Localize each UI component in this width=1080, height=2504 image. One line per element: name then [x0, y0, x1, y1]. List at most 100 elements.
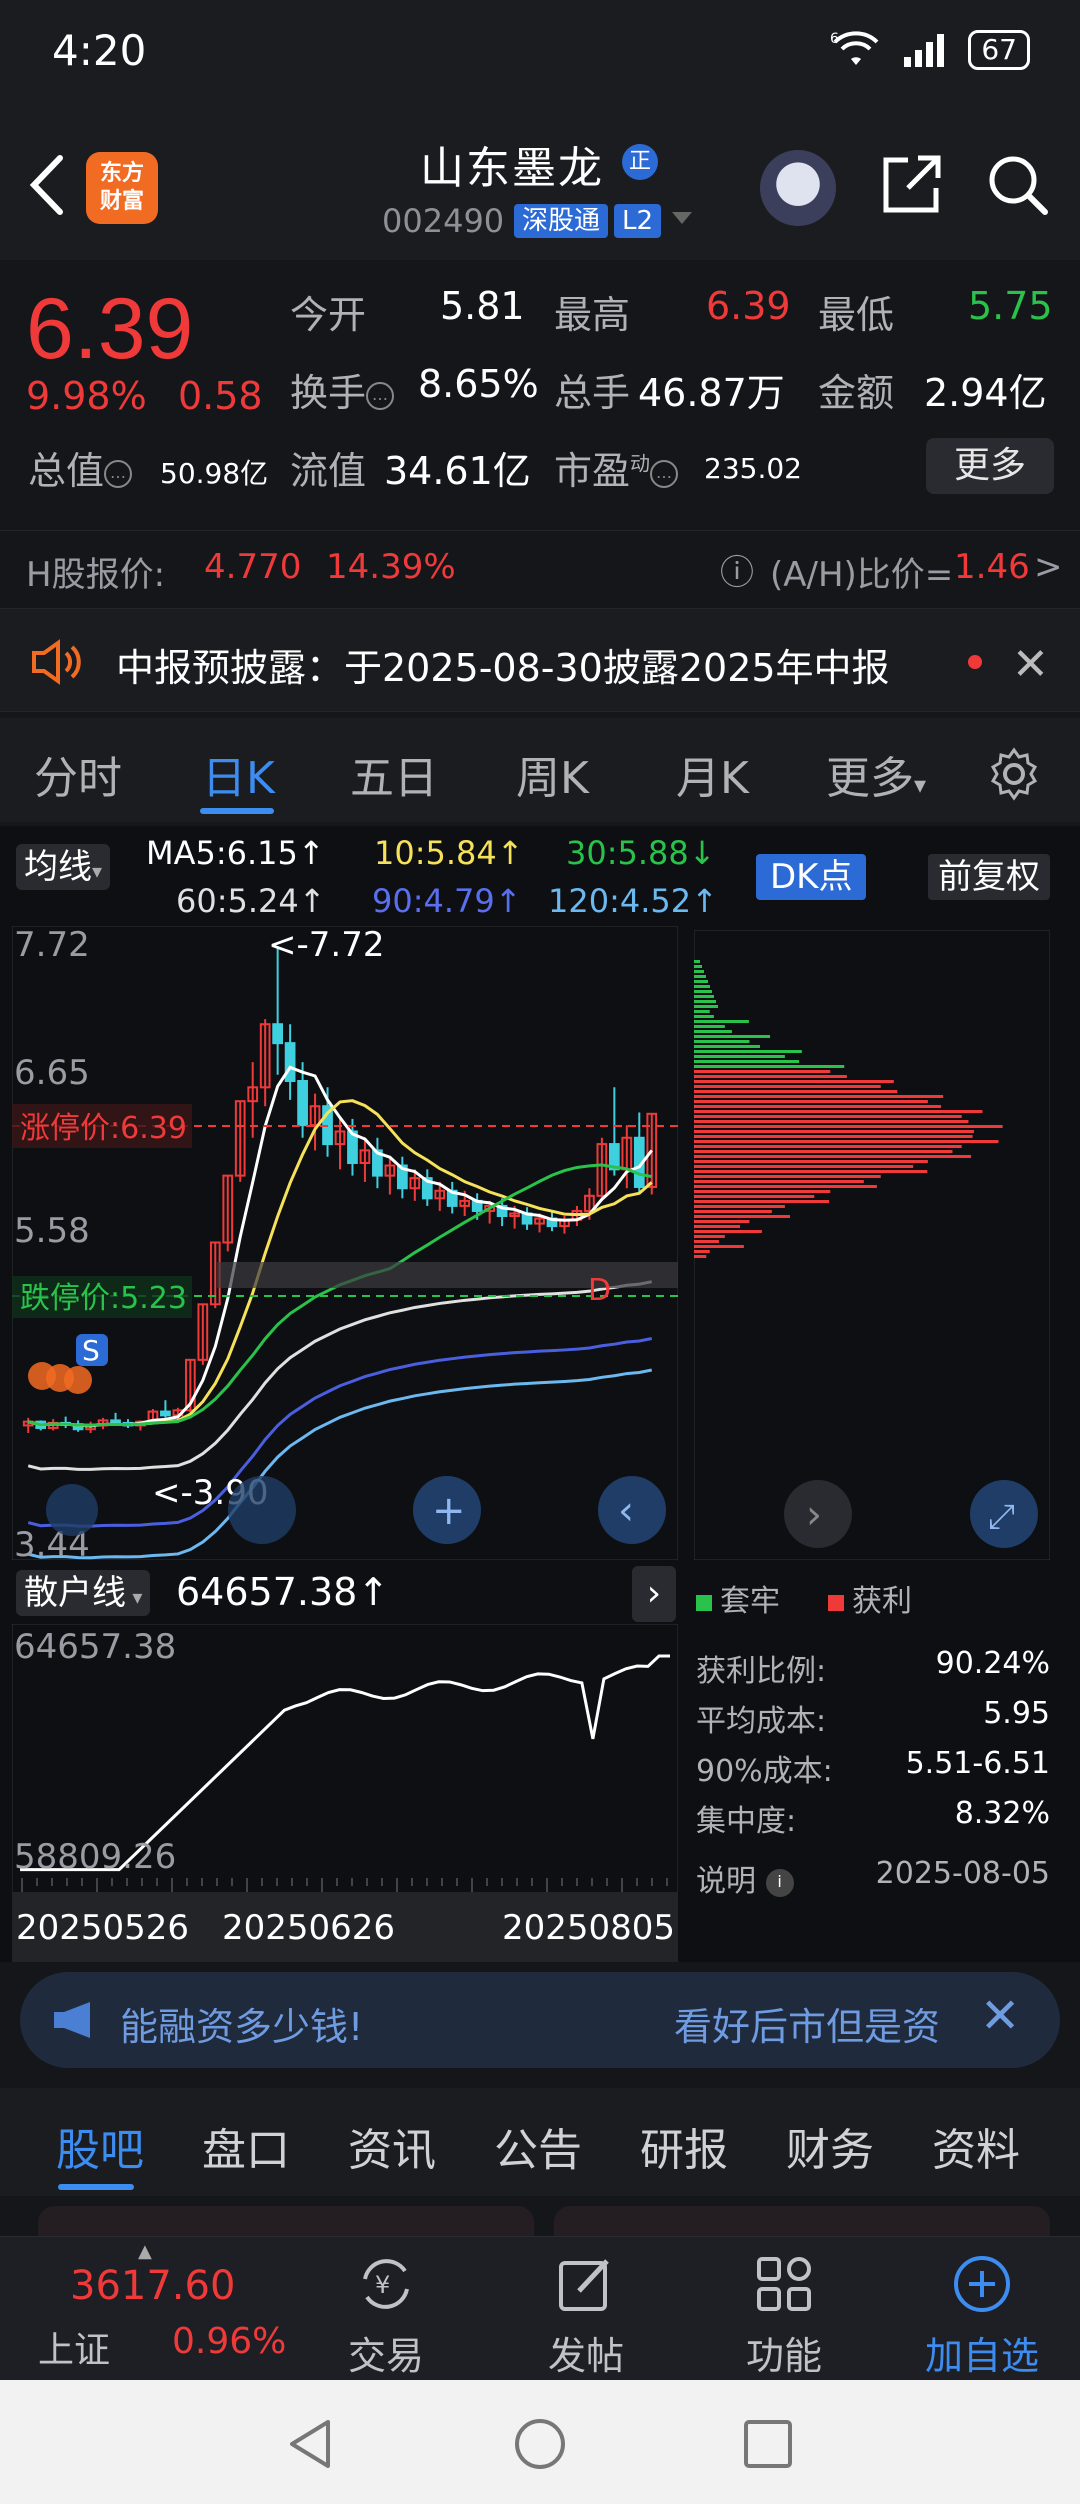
- chevron-right-icon: >: [1034, 547, 1063, 587]
- chevron-right-icon[interactable]: ›: [632, 1566, 676, 1622]
- chip-bar: [694, 1205, 785, 1208]
- more-button[interactable]: 更多: [926, 438, 1054, 494]
- chip-bar: [694, 1200, 830, 1203]
- recents-square-icon[interactable]: [742, 2418, 794, 2470]
- chip-bar: [694, 1025, 725, 1028]
- volume-label: 总手: [554, 371, 631, 415]
- back-triangle-icon[interactable]: [284, 2416, 336, 2472]
- bottom-toolbar: ▲ 3617.60 上证 0.96% ¥ 交易 发帖 功能 加自选: [0, 2236, 1080, 2380]
- quote-panel: 6.39 9.98% 0.58 今开 5.81 最高 6.39 最低 5.75 …: [0, 262, 1080, 602]
- limit-up-label: 涨停价:6.39: [20, 1111, 187, 1146]
- explain-row[interactable]: 说明 i 2025-08-05: [696, 1856, 1050, 1900]
- close-icon[interactable]: ✕: [1012, 639, 1049, 690]
- chip-bar: [694, 1030, 732, 1033]
- chip-bar: [694, 1095, 944, 1098]
- y-label-2: 6.65: [14, 1053, 90, 1093]
- chip-distribution-chart[interactable]: › ⤢: [694, 930, 1050, 1560]
- chip-bar: [694, 1225, 741, 1228]
- tab-intraday[interactable]: 分时: [34, 742, 122, 806]
- search-icon[interactable]: [985, 152, 1051, 218]
- tab-announcements[interactable]: 公告: [494, 2114, 582, 2178]
- h-share-price: 4.770: [204, 547, 302, 587]
- settings-gear-icon[interactable]: [986, 746, 1042, 802]
- chip-bar: [694, 1255, 707, 1258]
- tab-more[interactable]: 更多▾: [826, 742, 926, 806]
- indicator2-selector[interactable]: 散户线 ▾: [16, 1570, 151, 1616]
- event-marker-icon: [64, 1366, 92, 1394]
- megaphone-icon: [54, 2002, 90, 2038]
- tab-finance[interactable]: 财务: [786, 2114, 874, 2178]
- info-icon[interactable]: …: [104, 459, 133, 488]
- price-adjust-button[interactable]: 前复权: [928, 854, 1050, 900]
- ma90-value: 90:4.79↑: [372, 882, 522, 920]
- grid-icon: [757, 2257, 811, 2311]
- dk-point-button[interactable]: DK点: [756, 854, 867, 900]
- chip-bar: [694, 1140, 999, 1143]
- content-tabs: 股吧 盘口 资讯 公告 研报 财务 资料: [0, 2088, 1080, 2196]
- l2-badge: L2: [614, 204, 662, 238]
- date-mid: 20250626: [222, 1908, 396, 1948]
- active-tab-indicator: [58, 2184, 134, 2190]
- info-icon[interactable]: …: [650, 459, 679, 488]
- limit-down-label: 跌停价:5.23: [20, 1281, 187, 1316]
- promo-banner[interactable]: 能融资多少钱! 看好后市但是资 ✕: [20, 1972, 1060, 2068]
- chart-area: 7.72 6.65 5.58 3.44 涨停价:6.39 跌停价:5.23 <-…: [0, 926, 1080, 1962]
- kline-chart[interactable]: 7.72 6.65 5.58 3.44 涨停价:6.39 跌停价:5.23 <-…: [12, 926, 678, 1560]
- post-button[interactable]: 发帖: [516, 2253, 656, 2380]
- battery-indicator: 67: [968, 30, 1030, 70]
- unread-dot: [968, 655, 982, 669]
- tab-pankou[interactable]: 盘口: [202, 2114, 290, 2178]
- total-mv-value: 50.98亿: [160, 457, 269, 490]
- chip-bar: [694, 1015, 714, 1018]
- stock-name: 山东墨龙: [420, 143, 604, 194]
- tab-news[interactable]: 资讯: [348, 2114, 436, 2178]
- chip-bar: [694, 975, 706, 978]
- amount-value: 2.94亿: [924, 371, 1047, 415]
- back-arrow-icon[interactable]: [22, 150, 72, 220]
- chip-bar: [694, 1050, 802, 1053]
- trade-button[interactable]: ¥ 交易: [316, 2253, 456, 2380]
- share-icon[interactable]: [878, 152, 944, 218]
- home-circle-icon[interactable]: [512, 2416, 568, 2472]
- chip-bar: [694, 1180, 864, 1183]
- sh-index-value[interactable]: 3617.60: [70, 2263, 235, 2309]
- ma5-value: MA5:6.15↑: [146, 834, 325, 872]
- tab-research[interactable]: 研报: [640, 2114, 728, 2178]
- app-logo[interactable]: 东方 财富: [86, 152, 158, 224]
- retail-line-chart[interactable]: 64657.38 58809.26: [12, 1624, 678, 1894]
- pe-label: 市盈动…: [554, 440, 679, 495]
- float-mv-label: 流值: [290, 449, 367, 493]
- zoom-out-icon: [228, 1476, 296, 1544]
- help-icon[interactable]: ⓘ: [720, 545, 754, 594]
- open-label: 今开: [290, 293, 367, 337]
- ai-assistant-avatar[interactable]: [760, 150, 836, 226]
- tab-daily-k[interactable]: 日K: [202, 742, 275, 806]
- chip-bar: [694, 965, 702, 968]
- chip-bar: [694, 1110, 983, 1113]
- chip-bar: [694, 995, 714, 998]
- function-button[interactable]: 功能: [714, 2253, 854, 2380]
- tab-profile[interactable]: 资料: [932, 2114, 1020, 2178]
- chip-bar: [694, 1130, 974, 1133]
- chip-bar: [694, 1075, 847, 1078]
- tab-monthly-k[interactable]: 月K: [676, 742, 749, 806]
- tab-five-day[interactable]: 五日: [350, 742, 438, 806]
- s-marker: S: [82, 1334, 100, 1367]
- tab-weekly-k[interactable]: 周K: [516, 742, 589, 806]
- ma60-value: 60:5.24↑: [176, 882, 326, 920]
- indicator-selector[interactable]: 均线▾: [16, 844, 111, 890]
- legend-trap: 套牢: [696, 1576, 780, 1620]
- notice-banner[interactable]: 中报预披露：于2025-08-30披露2025年中报 ✕: [0, 608, 1080, 712]
- y-label-3: 5.58: [14, 1211, 90, 1251]
- plus-circle-icon: [954, 2256, 1010, 2312]
- close-icon[interactable]: ✕: [980, 1988, 1020, 2044]
- tab-guba[interactable]: 股吧: [56, 2114, 144, 2178]
- profit-ratio-row: 获利比例: 90.24%: [696, 1646, 1050, 1689]
- caret-down-icon[interactable]: [672, 212, 692, 224]
- retail-line-header: 散户线 ▾ 64657.38↑ ›: [12, 1566, 678, 1622]
- add-watchlist-button[interactable]: 加自选: [912, 2253, 1052, 2380]
- chip-bar: [694, 1060, 800, 1063]
- info-icon[interactable]: …: [366, 381, 395, 410]
- candle-body: [160, 1410, 171, 1417]
- h-share-row[interactable]: H股报价: 4.770 14.39% ⓘ (A/H)比价= 1.46 >: [0, 530, 1080, 602]
